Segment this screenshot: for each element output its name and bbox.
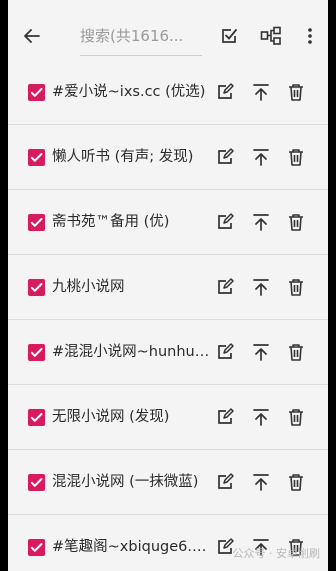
source-name: #爱小说~ixs.cc (优选) [52, 84, 206, 100]
source-name: #混混小说网~hunhun520.com [52, 344, 212, 360]
back-arrow-icon[interactable] [18, 22, 46, 50]
source-row[interactable]: 斋书苑™备用 (优) [8, 190, 328, 255]
select-all-icon[interactable] [215, 22, 243, 50]
trash-icon[interactable] [284, 210, 308, 234]
edit-icon[interactable] [213, 80, 237, 104]
trash-icon[interactable] [284, 405, 308, 429]
enable-checkbox[interactable] [28, 539, 45, 556]
trash-icon[interactable] [284, 145, 308, 169]
source-row[interactable]: #混混小说网~hunhun520.com [8, 320, 328, 385]
source-row[interactable]: #笔趣阁~xbiquge6.com [8, 515, 328, 571]
search-input[interactable]: 搜索(共1616... [80, 22, 202, 56]
search-underline [80, 55, 202, 56]
move-to-top-icon[interactable] [249, 145, 273, 169]
source-name: 无限小说网 (发现) [52, 409, 170, 425]
source-name: 混混小说网 (一抹微蓝) [52, 474, 199, 490]
source-row[interactable]: 无限小说网 (发现) [8, 385, 328, 450]
app-screen: 搜索(共1616... #爱小说~ixs.cc (优选) 懒人听书 (有声; 发… [8, 0, 328, 571]
source-row[interactable]: 懒人听书 (有声; 发现) [8, 125, 328, 190]
trash-icon[interactable] [284, 340, 308, 364]
enable-checkbox[interactable] [28, 409, 45, 426]
enable-checkbox[interactable] [28, 214, 45, 231]
edit-icon[interactable] [213, 210, 237, 234]
more-vertical-icon[interactable] [296, 22, 324, 50]
edit-icon[interactable] [213, 470, 237, 494]
trash-icon[interactable] [284, 275, 308, 299]
source-name: 九桃小说网 [52, 279, 125, 295]
edit-icon[interactable] [213, 340, 237, 364]
move-to-top-icon[interactable] [249, 80, 273, 104]
move-to-top-icon[interactable] [249, 210, 273, 234]
source-row[interactable]: #爱小说~ixs.cc (优选) [8, 60, 328, 125]
enable-checkbox[interactable] [28, 344, 45, 361]
move-to-top-icon[interactable] [249, 470, 273, 494]
enable-checkbox[interactable] [28, 84, 45, 101]
move-to-top-icon[interactable] [249, 405, 273, 429]
enable-checkbox[interactable] [28, 474, 45, 491]
watermark: 公众号 · 安卓削刷 [232, 547, 321, 560]
edit-icon[interactable] [213, 145, 237, 169]
enable-checkbox[interactable] [28, 279, 45, 296]
move-to-top-icon[interactable] [249, 275, 273, 299]
source-list: #爱小说~ixs.cc (优选) 懒人听书 (有声; 发现) 斋书苑™备用 (优… [8, 60, 328, 571]
source-row[interactable]: 混混小说网 (一抹微蓝) [8, 450, 328, 515]
edit-icon[interactable] [213, 405, 237, 429]
enable-checkbox[interactable] [28, 149, 45, 166]
trash-icon[interactable] [284, 80, 308, 104]
group-icon[interactable] [257, 22, 285, 50]
source-name: 懒人听书 (有声; 发现) [52, 149, 194, 165]
search-placeholder: 搜索(共1616... [80, 27, 184, 45]
source-row[interactable]: 九桃小说网 [8, 255, 328, 320]
source-name: #笔趣阁~xbiquge6.com [52, 539, 212, 555]
edit-icon[interactable] [213, 275, 237, 299]
trash-icon[interactable] [284, 470, 308, 494]
source-name: 斋书苑™备用 (优) [52, 214, 170, 230]
move-to-top-icon[interactable] [249, 340, 273, 364]
